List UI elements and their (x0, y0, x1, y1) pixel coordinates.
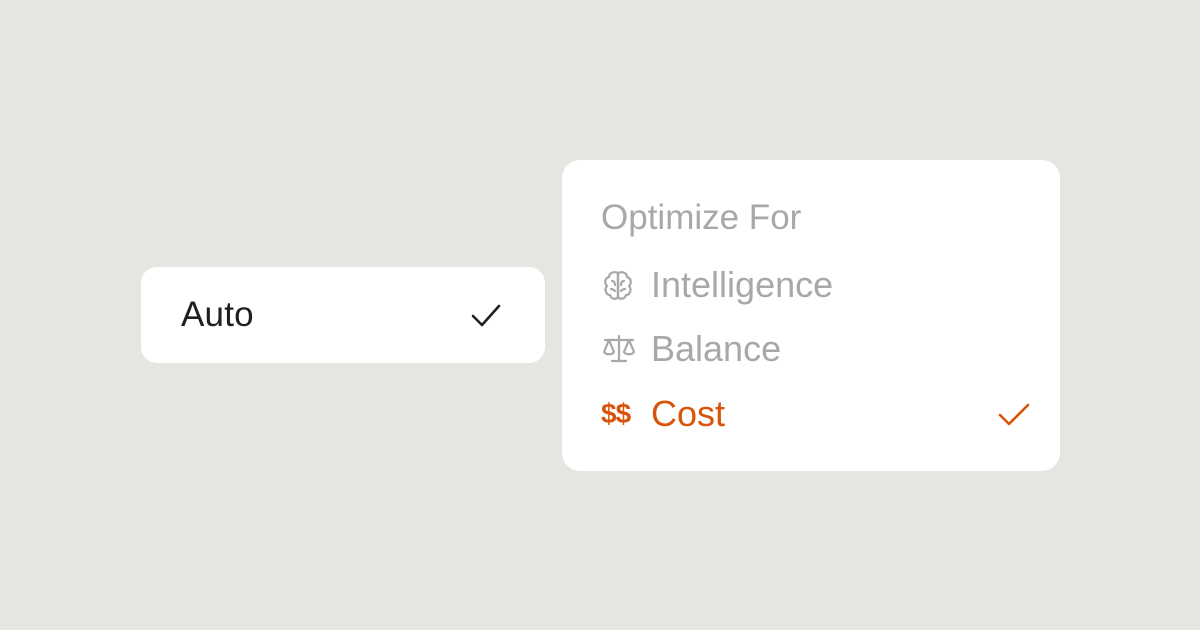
option-balance-label: Balance (651, 328, 782, 369)
option-balance[interactable]: Balance (601, 323, 1032, 375)
option-intelligence-label: Intelligence (651, 264, 834, 305)
option-cost[interactable]: $$ Cost (601, 388, 1032, 440)
optimize-for-title: Optimize For (601, 198, 802, 237)
scale-icon (601, 331, 641, 367)
dollar-icon: $$ (601, 396, 641, 432)
brain-icon (601, 267, 641, 303)
auto-option-label: Auto (181, 295, 254, 334)
option-cost-label: Cost (651, 393, 726, 434)
checkmark-icon (471, 304, 501, 327)
optimize-for-menu: Optimize For Intelligence Balance $$ Cos… (562, 160, 1060, 471)
checkmark-icon (998, 403, 1030, 426)
dollar-icon-glyph: $$ (601, 398, 631, 429)
auto-option[interactable]: Auto (141, 267, 545, 363)
option-intelligence[interactable]: Intelligence (601, 259, 1032, 311)
